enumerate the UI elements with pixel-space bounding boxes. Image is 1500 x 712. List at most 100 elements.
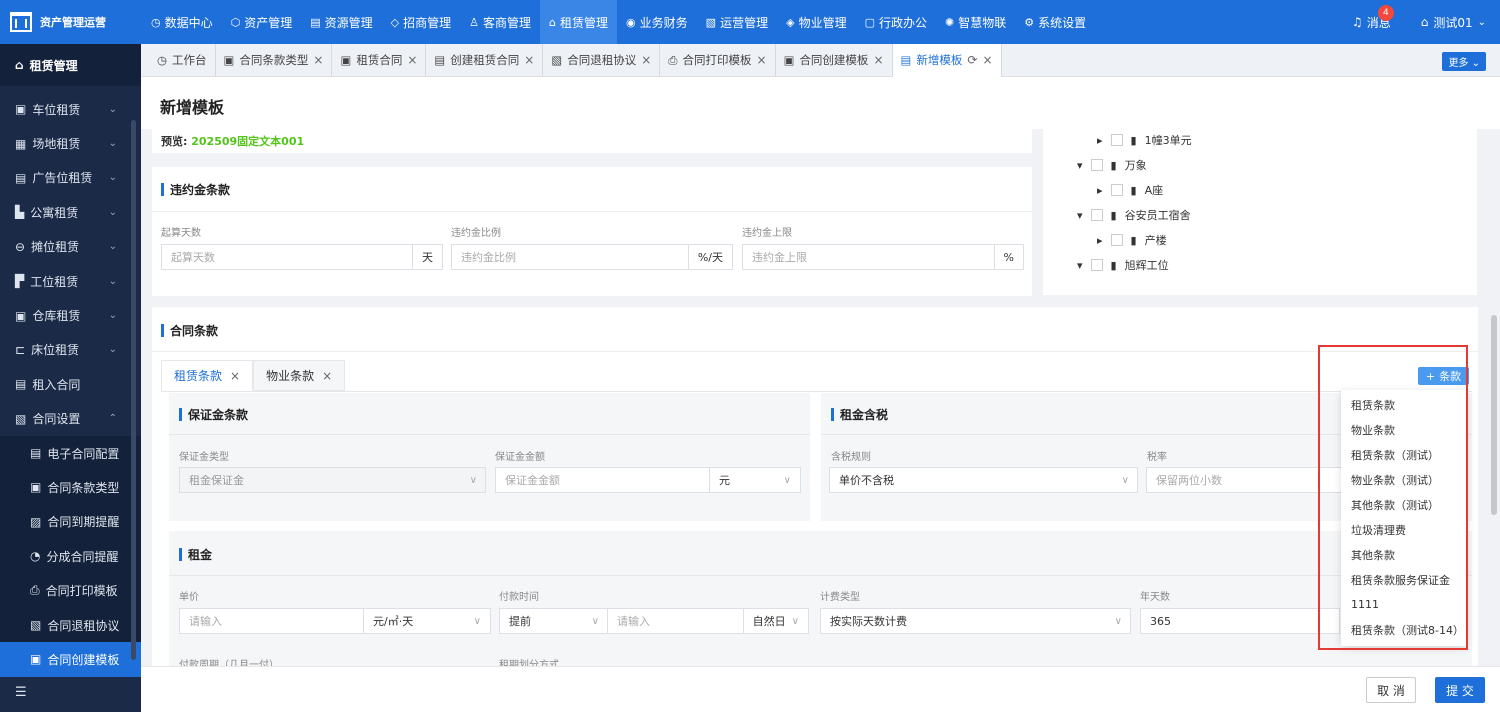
tab-property-clause[interactable]: 物业条款 × <box>253 360 346 391</box>
tree-node[interactable]: ▾ ▮ 万象 <box>1077 157 1147 173</box>
stall-icon: ⊖ <box>15 239 26 254</box>
close-icon[interactable]: × <box>230 369 240 383</box>
close-icon[interactable]: × <box>524 53 534 67</box>
nav-item-0[interactable]: ◷ 数据中心 <box>142 0 222 44</box>
tree-node[interactable]: ▾ ▮ 旭辉工位 <box>1077 257 1169 273</box>
tree-checkbox[interactable] <box>1110 134 1123 146</box>
chevron-down-icon: ⌄ <box>1477 16 1486 28</box>
nav-item-2[interactable]: ▤ 资源管理 <box>301 0 381 44</box>
sidebar-subitem-0[interactable]: ▤ 电子合同配置 <box>0 435 141 471</box>
tree-checkbox[interactable] <box>1090 259 1103 271</box>
nav-item-9[interactable]: ▢ 行政办公 <box>856 0 936 44</box>
close-icon[interactable]: × <box>641 53 651 67</box>
tree-node[interactable]: ▸ ▮ 产楼 <box>1097 232 1167 248</box>
bank-icon <box>10 12 32 32</box>
doc-icon: ▧ <box>551 53 563 67</box>
tab-2[interactable]: ▣ 租赁合同 × <box>332 43 427 77</box>
sidebar-item-7[interactable]: ⊏ 床位租赁 ⌄ <box>0 333 141 367</box>
expand-arrow-icon[interactable]: ▸ <box>1097 234 1103 247</box>
user-menu[interactable]: ⌂ 测试01 ⌄ <box>1421 14 1486 31</box>
nav-item-10[interactable]: ✺ 智慧物联 <box>936 0 1015 44</box>
start-days-input[interactable]: 起算天数天 <box>161 244 443 270</box>
unit-price-input[interactable]: 请输入 元/㎡·天 ∨ <box>179 608 491 634</box>
tab-0[interactable]: ◷ 工作台 <box>149 43 216 77</box>
sidebar-item-4[interactable]: ⊖ 摊位租赁 ⌄ <box>0 230 141 264</box>
submit-button[interactable]: 提 交 <box>1435 677 1485 703</box>
nav-item-3[interactable]: ◇ 招商管理 <box>382 0 460 44</box>
penalty-cap-input[interactable]: 违约金上限% <box>742 244 1024 270</box>
home-icon: ⌂ <box>549 15 557 29</box>
sidebar-subitem-6[interactable]: ▣ 合同创建模板 <box>0 642 141 677</box>
close-icon[interactable]: × <box>407 53 417 67</box>
expand-arrow-icon[interactable]: ▾ <box>1077 209 1083 222</box>
sidebar-subitem-4[interactable]: ⎙ 合同打印模板 <box>0 573 141 608</box>
tab-7[interactable]: ▤ 新增模板 ⟳ × <box>892 43 1002 77</box>
tree-checkbox[interactable] <box>1090 159 1103 171</box>
tab-1[interactable]: ▣ 合同条款类型 × <box>216 43 333 77</box>
tree-node[interactable]: ▾ ▮ 谷安员工宿舍 <box>1077 207 1191 223</box>
tab-4[interactable]: ▧ 合同退租协议 × <box>543 43 661 77</box>
tab-label: 新增模板 <box>916 53 963 67</box>
menu-collapse-icon[interactable]: ☰ <box>15 685 27 700</box>
sidebar-item-5[interactable]: ▛ 工位租赁 ⌄ <box>0 264 141 298</box>
sidebar-subitem-1[interactable]: ▣ 合同条款类型 <box>0 470 141 505</box>
refresh-icon[interactable]: ⟳ <box>967 53 977 67</box>
close-icon[interactable]: × <box>322 369 332 383</box>
expand-arrow-icon[interactable]: ▸ <box>1097 184 1103 197</box>
sidebar-subitem-5[interactable]: ▧ 合同退租协议 <box>0 607 141 643</box>
deposit-amount-input[interactable]: 保证金金额元 ∨ <box>495 467 801 493</box>
nav-item-11[interactable]: ⚙ 系统设置 <box>1015 0 1095 44</box>
tree-checkbox[interactable] <box>1090 209 1103 221</box>
tab-5[interactable]: ⎙ 合同打印模板 × <box>660 43 776 77</box>
sidebar-scrollbar[interactable] <box>131 120 136 660</box>
app-logo[interactable]: 资产管理运营 <box>0 0 140 44</box>
tree-checkbox[interactable] <box>1110 234 1123 246</box>
tab-lease-clause[interactable]: 租赁条款 × <box>161 360 254 391</box>
close-icon[interactable]: × <box>873 53 883 67</box>
penalty-rate-input[interactable]: 违约金比例 %/天 <box>451 244 733 270</box>
chart-icon: ▧ <box>705 15 717 29</box>
year-days-input[interactable]: 365 <box>1140 608 1340 634</box>
payment-days-input[interactable]: 请输入 <box>608 613 743 629</box>
close-icon[interactable]: × <box>313 53 323 67</box>
close-icon[interactable]: × <box>982 53 992 67</box>
nav-item-7[interactable]: ▧ 运营管理 <box>697 0 777 44</box>
deposit-type-select[interactable]: 租金保证金 ∨ <box>179 467 486 493</box>
nav-item-1[interactable]: ⬡ 资产管理 <box>222 0 302 44</box>
expand-arrow-icon[interactable]: ▾ <box>1077 259 1083 272</box>
tree-checkbox[interactable] <box>1110 184 1123 196</box>
sidebar-item-0[interactable]: ▣ 车位租赁 ⌄ <box>0 92 141 126</box>
nav-item-8[interactable]: ◈ 物业管理 <box>777 0 855 44</box>
nav-item-label: 招商管理 <box>403 15 452 30</box>
more-tabs-button[interactable]: 更多 ⌄ <box>1442 52 1486 71</box>
tree-node[interactable]: ▸ ▮ 1幢3单元 <box>1097 132 1192 148</box>
nav-item-5[interactable]: ⌂ 租赁管理 <box>540 0 618 44</box>
sidebar-item-1[interactable]: ▦ 场地租赁 ⌄ <box>0 126 141 160</box>
cancel-button[interactable]: 取 消 <box>1366 677 1416 703</box>
messages-button[interactable]: ♫ 消息 4 <box>1352 4 1394 31</box>
tax-rule-select[interactable]: 单价不含税 ∨ <box>829 467 1138 493</box>
tab-3[interactable]: ▤ 创建租赁合同 × <box>426 43 544 77</box>
sidebar-item-8[interactable]: ▤ 租入合同 <box>0 367 141 401</box>
expand-arrow-icon[interactable]: ▾ <box>1077 159 1083 172</box>
tree-node[interactable]: ▸ ▮ A座 <box>1097 182 1163 198</box>
day-type-select[interactable]: 自然日 ∨ <box>742 609 808 633</box>
price-unit-select[interactable]: 元/㎡·天 ∨ <box>363 609 490 633</box>
preview-value[interactable]: 202509固定文本001 <box>191 135 304 148</box>
nav-item-6[interactable]: ◉ 业务财务 <box>617 0 697 44</box>
sidebar-subitem-2[interactable]: ▨ 合同到期提醒 <box>0 504 141 540</box>
billing-type-select[interactable]: 按实际天数计费 ∨ <box>820 608 1131 634</box>
payment-mode-select[interactable]: 提前 ∨ <box>500 609 608 633</box>
page-scrollbar[interactable] <box>1491 315 1497 515</box>
sidebar-item-2[interactable]: ▤ 广告位租赁 ⌄ <box>0 161 141 195</box>
expand-arrow-icon[interactable]: ▸ <box>1097 134 1103 147</box>
nav-item-label: 租赁管理 <box>560 15 609 30</box>
sidebar-item-6[interactable]: ▣ 仓库租赁 ⌄ <box>0 298 141 332</box>
tab-6[interactable]: ▣ 合同创建模板 × <box>776 43 893 77</box>
deposit-unit-select[interactable]: 元 ∨ <box>709 468 800 492</box>
close-icon[interactable]: × <box>757 53 767 67</box>
sidebar-item-9[interactable]: ▧ 合同设置 ⌃ <box>0 402 141 436</box>
nav-item-4[interactable]: ♙ 客商管理 <box>460 0 540 44</box>
sidebar-item-3[interactable]: ▙ 公寓租赁 ⌄ <box>0 195 141 229</box>
sidebar-subitem-3[interactable]: ◔ 分成合同提醒 <box>0 539 141 574</box>
